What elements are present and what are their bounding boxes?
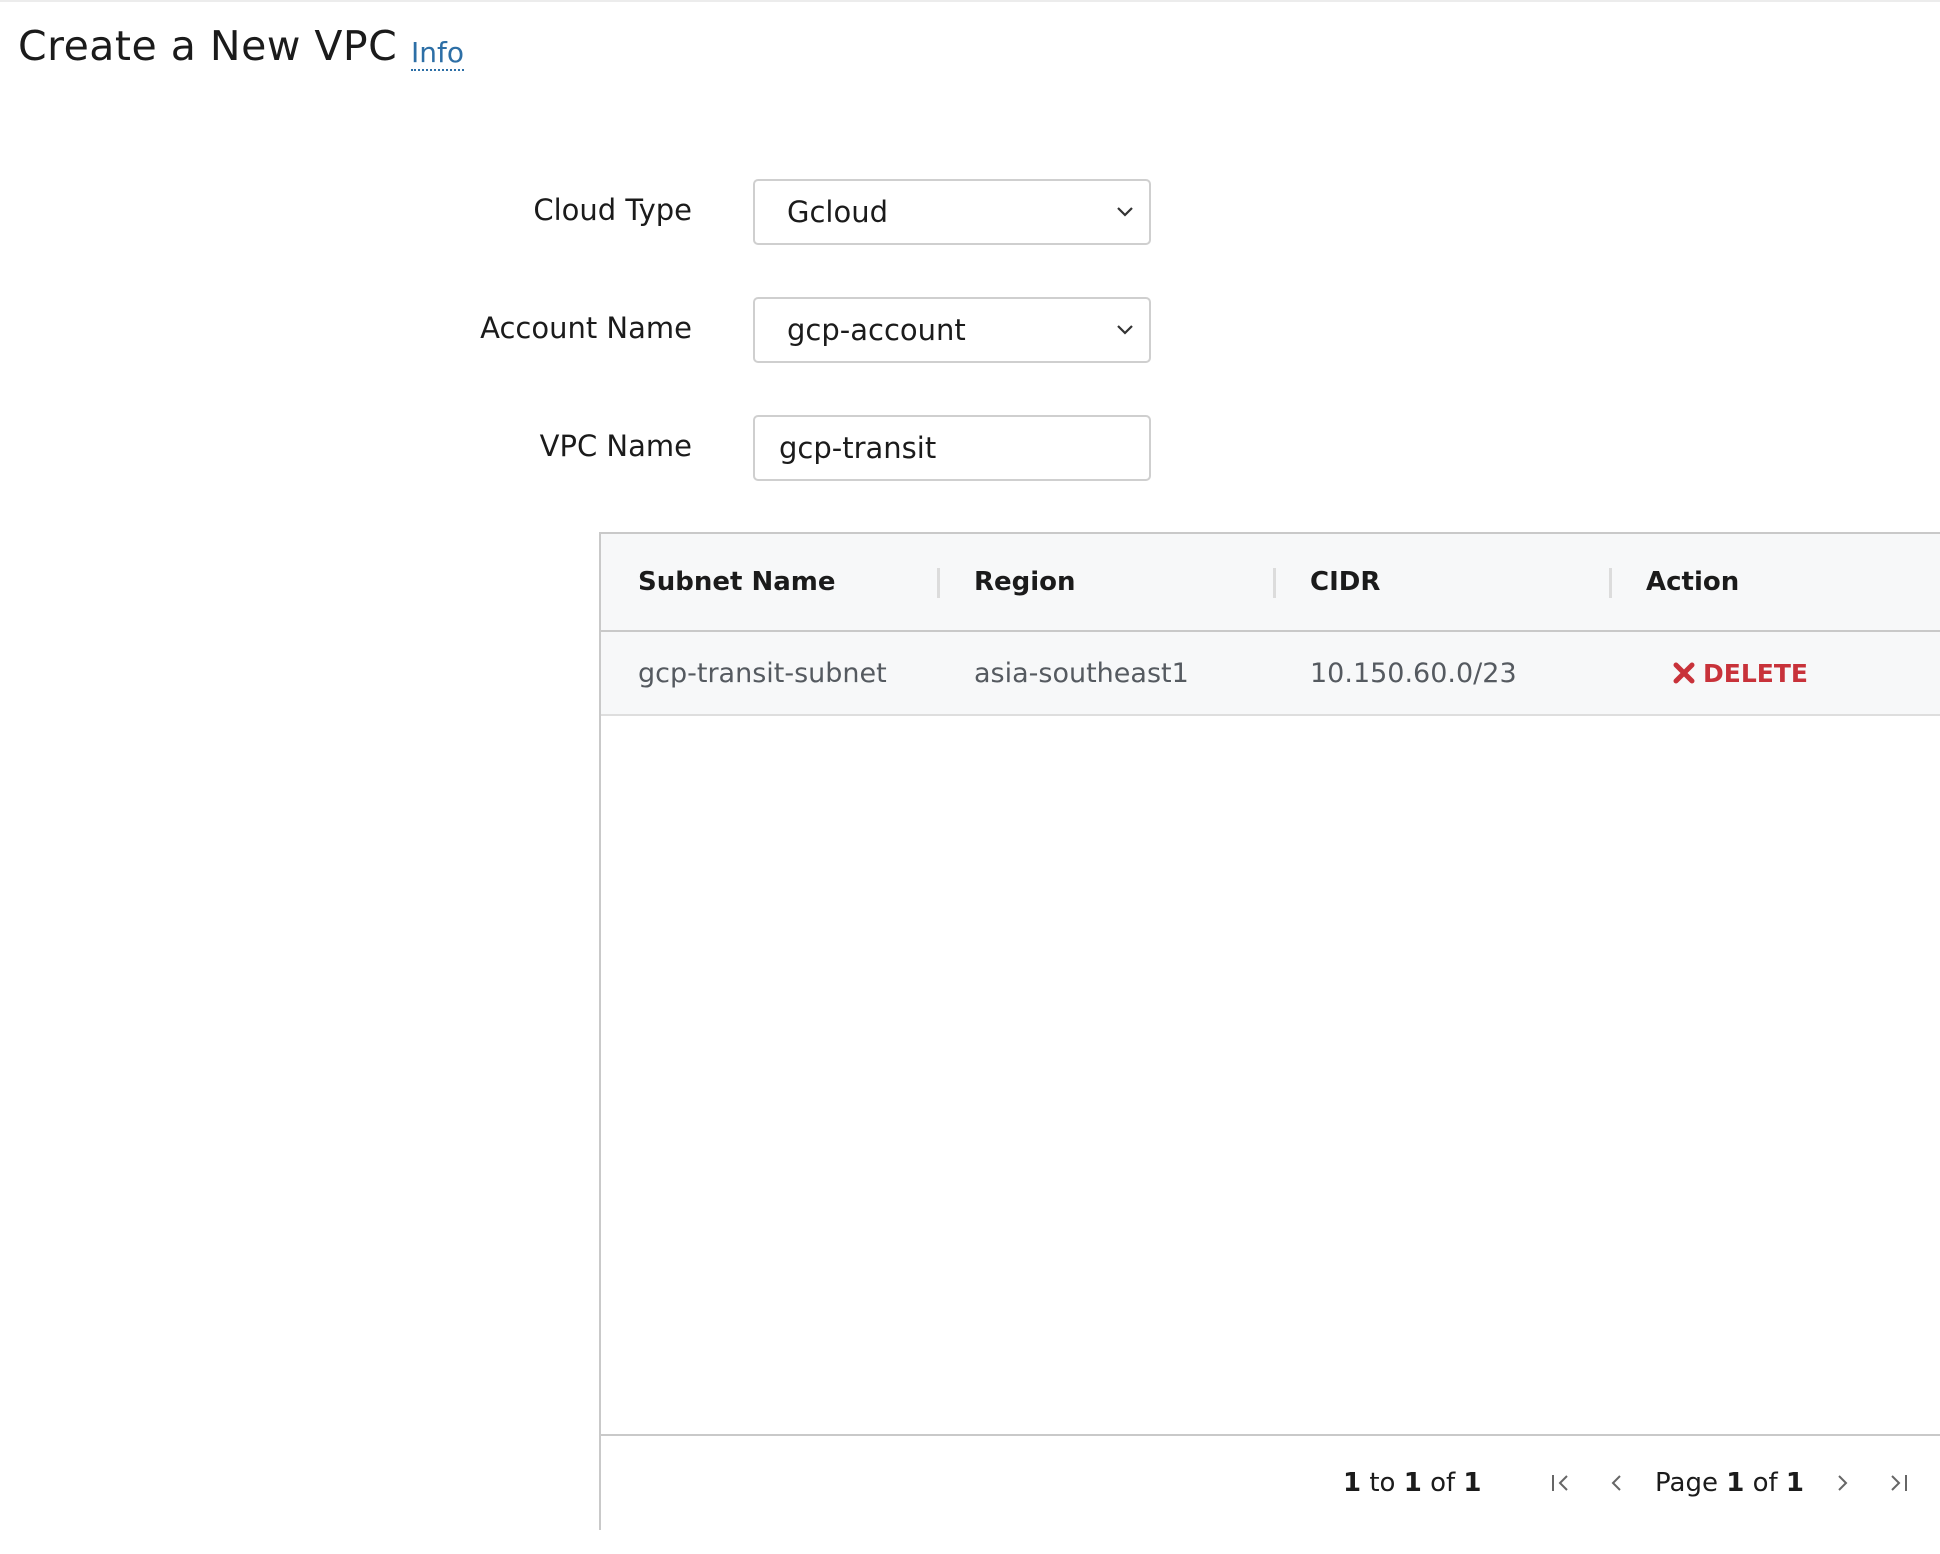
column-header-region[interactable]: Region [974,534,1076,630]
table-pagination: 1 to 1 of 1 Page 1 of 1 [601,1434,1940,1530]
range-to-word: to [1369,1468,1396,1498]
page-word: Page [1655,1468,1718,1498]
info-link[interactable]: Info [411,37,464,71]
range-to: 1 [1403,1468,1422,1498]
table-header: Subnet Name Region CIDR Action [601,534,1940,632]
region-cell: asia-southeast1 [974,657,1189,689]
cloud-type-select[interactable]: Gcloud [753,179,1151,245]
column-header-subnet-name[interactable]: Subnet Name [638,534,836,630]
cloud-type-label: Cloud Type [533,193,692,227]
chevron-left-icon[interactable] [1599,1466,1633,1500]
row-range-summary: 1 to 1 of 1 [1343,1436,1482,1530]
table-row[interactable]: gcp-transit-subnet asia-southeast1 10.15… [601,632,1940,716]
page-title: Create a New VPC [18,22,398,70]
vpc-name-value: gcp-transit [779,431,937,465]
account-name-value: gcp-account [787,313,966,347]
column-resize-handle[interactable] [1609,568,1612,598]
column-resize-handle[interactable] [937,568,940,598]
delete-label: DELETE [1703,658,1808,688]
page-of-word: of [1752,1468,1778,1498]
account-name-label: Account Name [480,311,692,345]
column-header-cidr[interactable]: CIDR [1310,534,1380,630]
page-total: 1 [1785,1468,1804,1498]
first-page-icon[interactable] [1544,1466,1578,1500]
cidr-cell: 10.150.60.0/23 [1310,657,1517,689]
column-header-action[interactable]: Action [1646,534,1739,630]
range-total: 1 [1463,1468,1482,1498]
page-current: 1 [1726,1468,1745,1498]
close-icon [1671,660,1697,686]
top-divider [0,0,1940,2]
cloud-type-value: Gcloud [787,195,889,229]
chevron-down-icon [1107,194,1143,230]
range-of-word: of [1430,1468,1456,1498]
subnets-table: Subnet Name Region CIDR Action gcp-trans… [599,532,1940,1530]
account-name-select[interactable]: gcp-account [753,297,1151,363]
vpc-name-label: VPC Name [539,429,692,463]
chevron-down-icon [1107,312,1143,348]
page-indicator: Page 1 of 1 [1655,1436,1804,1530]
last-page-icon[interactable] [1881,1466,1915,1500]
range-from: 1 [1343,1468,1362,1498]
subnet-name-cell: gcp-transit-subnet [638,657,887,689]
vpc-name-input[interactable]: gcp-transit [753,415,1151,481]
column-resize-handle[interactable] [1273,568,1276,598]
delete-subnet-button[interactable]: DELETE [1671,632,1808,714]
chevron-right-icon[interactable] [1826,1466,1860,1500]
